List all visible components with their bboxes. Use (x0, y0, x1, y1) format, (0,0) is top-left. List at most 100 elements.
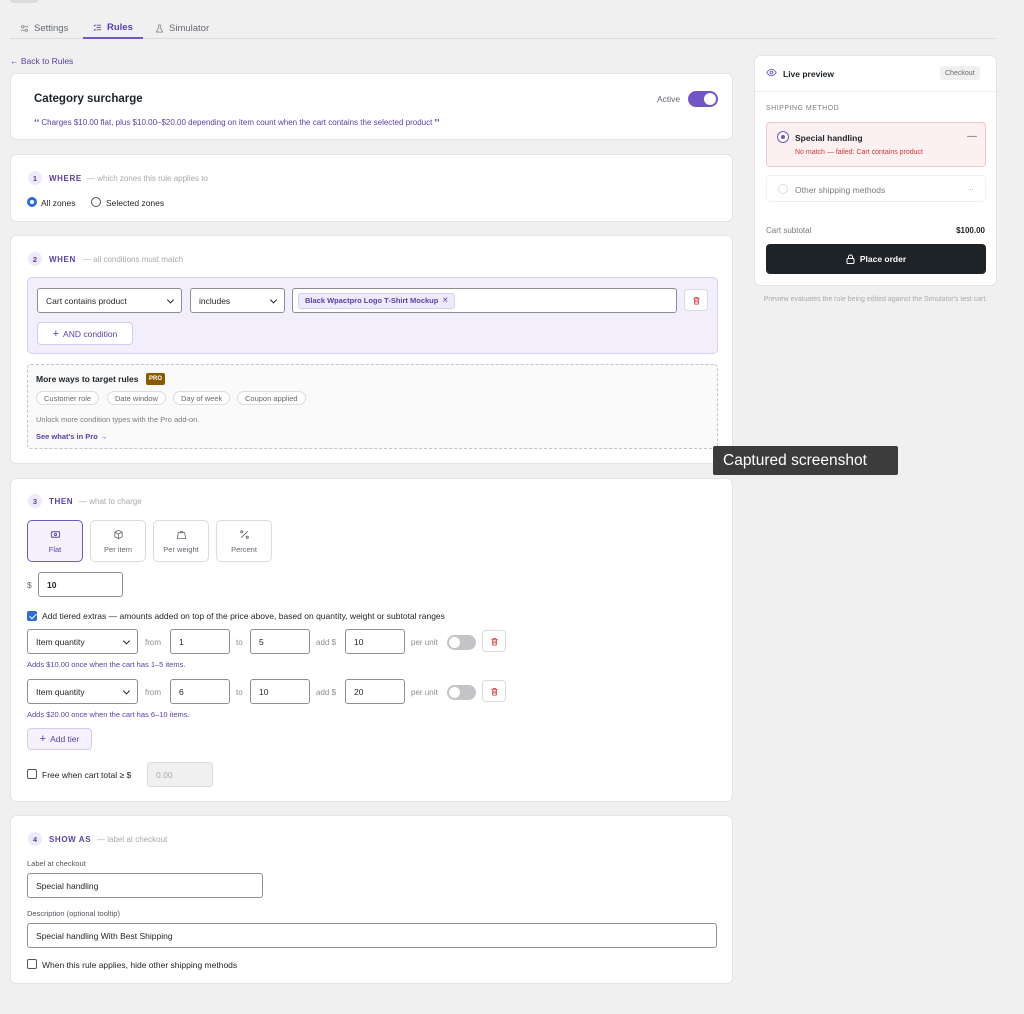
pro-badge: PRO (146, 373, 166, 385)
tier-from-input[interactable]: 1 (170, 629, 230, 654)
add-tier-button[interactable]: + Add tier (27, 728, 92, 750)
see-pro-link[interactable]: See what's in Pro → (36, 432, 107, 441)
condition-type-value: Cart contains product (46, 295, 127, 306)
flask-icon (155, 23, 164, 33)
option-dash: — (967, 131, 977, 142)
all-zones-radio[interactable] (27, 197, 37, 207)
tier-add-label: add $ (316, 688, 337, 697)
step-subtitle: — label at checkout (97, 835, 168, 844)
live-preview-card: Live preview Checkout SHIPPING METHOD Sp… (754, 55, 997, 286)
step-number: 4 (28, 832, 42, 846)
subtotal-value: $100.00 (956, 226, 985, 235)
step-number: 2 (28, 252, 42, 266)
option-error: No match — failed: Cart contains product (795, 149, 924, 156)
captured-screenshot-tooltip: Captured screenshot (713, 446, 898, 475)
step-title: WHERE (49, 174, 82, 183)
condition-type-select[interactable]: Cart contains product (37, 288, 182, 313)
step-title: THEN (49, 497, 74, 506)
tab-simulator[interactable]: Simulator (155, 17, 209, 39)
plus-icon: + (39, 733, 47, 745)
product-tag: Black Wpactpro Logo T-Shirt Mockup × (298, 292, 456, 309)
label-field-title: Label at checkout (27, 859, 86, 868)
type-percent-button[interactable]: Percent (216, 520, 272, 562)
type-per-weight-button[interactable]: Per weight (153, 520, 209, 562)
tier-add-input[interactable]: 20 (345, 679, 405, 704)
amount-input[interactable]: 10 (38, 572, 123, 597)
then-card: 3 THEN — what to charge Flat Per item Pe… (10, 478, 733, 802)
preview-note: Preview evaluates the rule being edited … (763, 296, 988, 303)
all-zones-label: All zones (41, 198, 76, 208)
tier-basis-select[interactable]: Item quantity (27, 679, 138, 704)
description-input[interactable]: Special handling With Best Shipping (27, 923, 717, 948)
subtotal-label: Cart subtotal (766, 226, 812, 235)
eye-icon (766, 68, 777, 77)
type-per-item-button[interactable]: Per item (90, 520, 146, 562)
tier-to-label: to (236, 638, 243, 647)
option-name: Other shipping methods (795, 185, 886, 195)
tier-from-input[interactable]: 6 (170, 679, 230, 704)
selected-zones-label: Selected zones (106, 198, 165, 208)
tier-note: Adds $10.00 once when the cart has 1–5 i… (27, 660, 186, 669)
tier-to-input[interactable]: 10 (250, 679, 310, 704)
when-card: 2 WHEN — all conditions must match Cart … (10, 235, 733, 464)
delete-tier-button[interactable] (482, 680, 506, 702)
selected-zones-radio[interactable] (91, 197, 101, 207)
active-label: Active (657, 94, 681, 104)
free-threshold-placeholder: 0.00 (156, 769, 173, 780)
pill-date-window: Date window (107, 391, 166, 405)
shipping-option-other[interactable]: Other shipping methods ... (766, 175, 986, 202)
shipping-method-heading: SHIPPING METHOD (766, 105, 840, 112)
tier-per-unit-toggle[interactable] (447, 685, 476, 700)
free-shipping-checkbox[interactable] (27, 769, 37, 779)
special-radio[interactable] (778, 132, 788, 142)
tier-from-label: from (145, 688, 161, 697)
tier-add-input[interactable]: 10 (345, 629, 405, 654)
hide-others-checkbox[interactable] (27, 959, 37, 969)
free-threshold-input[interactable]: 0.00 (147, 762, 213, 787)
and-condition-button[interactable]: + AND condition (37, 322, 133, 345)
pill-day-of-week: Day of week (173, 391, 231, 405)
tier-basis-value: Item quantity (36, 636, 85, 647)
other-radio[interactable] (778, 184, 788, 194)
place-order-button[interactable]: Place order (766, 244, 986, 274)
delete-tier-button[interactable] (482, 630, 506, 652)
tab-label: Rules (107, 21, 133, 33)
type-flat-button[interactable]: Flat (27, 520, 83, 562)
shipping-option-special[interactable]: Special handling — No match — failed: Ca… (766, 122, 986, 167)
free-shipping-label: Free when cart total ≥ $ (42, 770, 132, 780)
rule-header-card: Category surcharge Active ❛❛ Charges $10… (10, 73, 733, 140)
active-toggle[interactable] (688, 91, 718, 107)
tier-to-input[interactable]: 5 (250, 629, 310, 654)
trash-icon (692, 296, 700, 305)
tier-basis-value: Item quantity (36, 686, 85, 697)
sliders-icon (20, 24, 29, 32)
tiered-extras-checkbox[interactable] (27, 611, 37, 621)
step-number: 3 (28, 494, 42, 508)
tier-basis-select[interactable]: Item quantity (27, 629, 138, 654)
checkout-label-input[interactable]: Special handling (27, 873, 263, 898)
trash-icon (490, 687, 498, 696)
back-to-rules-link[interactable]: ← Back to Rules (10, 56, 73, 66)
tag-remove-icon[interactable]: × (442, 295, 448, 306)
option-dots: ... (967, 183, 974, 192)
chevron-down-icon (122, 686, 131, 695)
tiered-extras-label: Add tiered extras — amounts added on top… (42, 611, 445, 621)
operator-select[interactable]: includes (190, 288, 285, 313)
divider (755, 91, 996, 92)
tier-from-label: from (145, 638, 161, 647)
tab-label: Simulator (169, 22, 210, 34)
tab-bar: Settings Rules Simulator (10, 0, 997, 39)
hide-others-label: When this rule applies, hide other shipp… (42, 960, 238, 970)
step-subtitle: — which zones this rule applies to (87, 174, 208, 183)
tier-per-unit-toggle[interactable] (447, 635, 476, 650)
step-subtitle: — all conditions must match (83, 255, 184, 264)
show-as-card: 4 SHOW AS — label at checkout Label at c… (10, 815, 733, 984)
product-multiselect[interactable]: Black Wpactpro Logo T-Shirt Mockup × (292, 288, 677, 313)
pro-upsell-box: More ways to target rules PRO Customer r… (27, 364, 718, 449)
box-icon (113, 529, 123, 539)
delete-condition-button[interactable] (684, 289, 708, 311)
type-label: Per weight (163, 544, 199, 554)
tier-note: Adds $20.00 once when the cart has 6–10 … (27, 710, 190, 719)
tab-rules[interactable]: Rules (83, 17, 143, 39)
tab-settings[interactable]: Settings (20, 17, 68, 39)
